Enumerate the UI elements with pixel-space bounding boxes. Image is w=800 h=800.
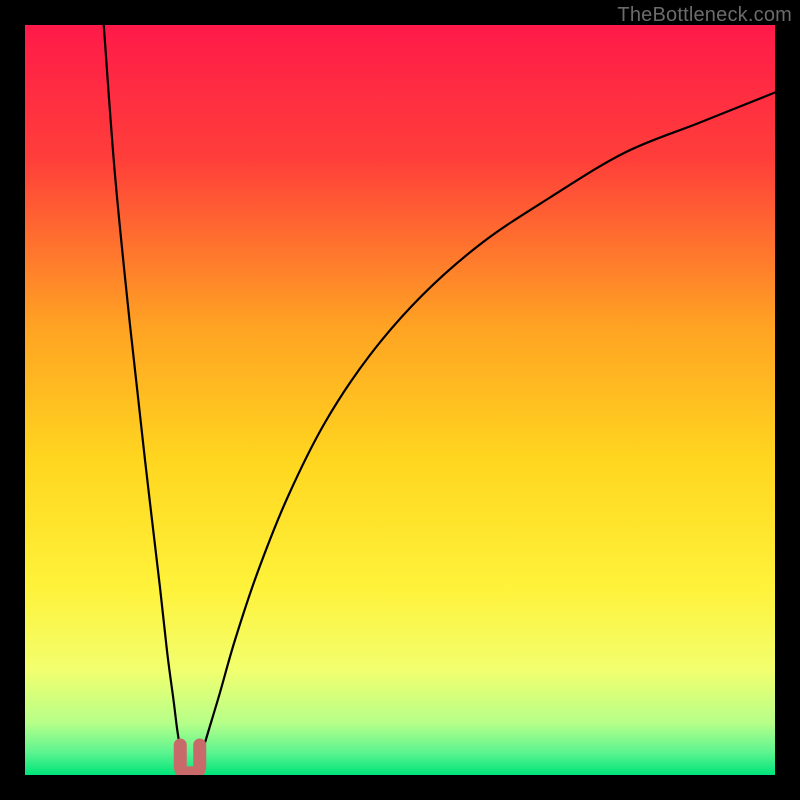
curve-right-branch [198, 93, 776, 764]
plot-area [25, 25, 775, 775]
curve-layer [25, 25, 775, 775]
chart-stage: TheBottleneck.com [0, 0, 800, 800]
watermark-text: TheBottleneck.com [617, 4, 792, 27]
valley-marker-u [180, 745, 200, 773]
curve-left-branch [104, 25, 184, 764]
